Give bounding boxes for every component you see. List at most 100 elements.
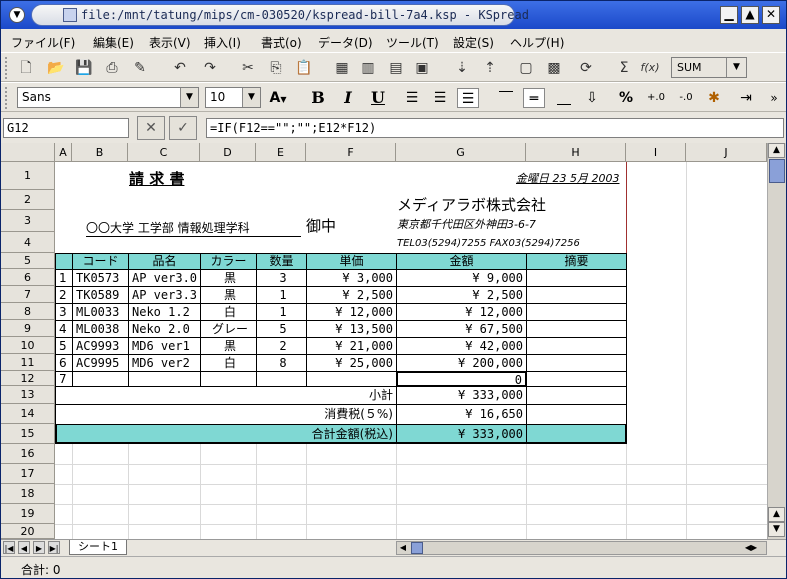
chevron-down-icon[interactable]: ▼: [180, 88, 198, 107]
align-bottom-icon[interactable]: ⎽: [553, 88, 575, 108]
item-code-cell[interactable]: ML0038: [72, 320, 129, 338]
row-header[interactable]: 2: [1, 190, 55, 210]
column-header-j[interactable]: J: [686, 143, 767, 162]
row-header[interactable]: 8: [1, 303, 55, 320]
row-header[interactable]: 10: [1, 337, 55, 354]
sort-ascending-icon[interactable]: ⇣: [451, 58, 473, 78]
row-header[interactable]: 3: [1, 210, 55, 232]
column-header-i[interactable]: I: [626, 143, 686, 162]
item-note-cell[interactable]: [526, 354, 627, 372]
text-color-icon[interactable]: A▼: [267, 88, 289, 108]
align-left-icon[interactable]: ☰: [401, 88, 423, 108]
menu-format[interactable]: 書式(o): [261, 34, 302, 51]
item-no-cell[interactable]: 6: [55, 354, 73, 372]
item-color-cell[interactable]: 黒: [200, 269, 257, 287]
column-header-g[interactable]: G: [396, 143, 526, 162]
insert-chart-icon[interactable]: ▢: [515, 58, 537, 78]
item-no-cell[interactable]: 2: [55, 286, 73, 304]
item-no-cell[interactable]: 7: [55, 371, 73, 387]
item-amount-cell[interactable]: ¥ 200,000: [396, 354, 527, 372]
underline-button[interactable]: U: [367, 88, 389, 108]
item-price-cell[interactable]: [306, 371, 397, 387]
item-color-cell[interactable]: 黒: [200, 337, 257, 355]
indent-icon[interactable]: ⇥: [735, 88, 757, 108]
scroll-down-icon[interactable]: ▼: [768, 522, 785, 537]
cancel-edit-button[interactable]: ✕: [137, 116, 165, 140]
item-price-cell[interactable]: ¥ 2,500: [306, 286, 397, 304]
function-icon[interactable]: f(x): [639, 58, 661, 78]
item-qty-cell[interactable]: [256, 371, 307, 387]
delete-column-icon[interactable]: ▤: [385, 58, 407, 78]
row-header[interactable]: 14: [1, 404, 55, 424]
item-code-cell[interactable]: ML0033: [72, 303, 129, 321]
insert-object-icon[interactable]: ▩: [543, 58, 565, 78]
item-qty-cell[interactable]: 8: [256, 354, 307, 372]
column-header-d[interactable]: D: [200, 143, 256, 162]
menu-insert[interactable]: 挿入(I): [204, 34, 241, 51]
italic-button[interactable]: I: [337, 88, 359, 108]
item-no-cell[interactable]: 5: [55, 337, 73, 355]
row-header[interactable]: 4: [1, 232, 55, 253]
item-code-cell[interactable]: AC9995: [72, 354, 129, 372]
item-code-cell[interactable]: TK0573: [72, 269, 129, 287]
chevron-down-icon[interactable]: ▼: [242, 88, 260, 107]
column-header-e[interactable]: E: [256, 143, 306, 162]
row-header[interactable]: 19: [1, 504, 55, 524]
row-header[interactable]: 16: [1, 444, 55, 464]
item-note-cell[interactable]: [526, 371, 627, 387]
close-button[interactable]: ✕: [762, 6, 780, 24]
menu-settings[interactable]: 設定(S): [453, 34, 494, 51]
sum-icon[interactable]: Σ: [613, 58, 635, 78]
row-header[interactable]: 18: [1, 484, 55, 504]
menu-tools[interactable]: ツール(T): [386, 34, 439, 51]
item-qty-cell[interactable]: 1: [256, 303, 307, 321]
row-header[interactable]: 13: [1, 386, 55, 404]
item-note-cell[interactable]: [526, 286, 627, 304]
item-color-cell[interactable]: 白: [200, 354, 257, 372]
item-qty-cell[interactable]: 1: [256, 286, 307, 304]
toolbar-grip[interactable]: [5, 87, 9, 109]
item-color-cell[interactable]: [200, 371, 257, 387]
select-all-corner[interactable]: [1, 143, 55, 162]
item-amount-cell[interactable]: 0: [396, 371, 527, 387]
column-header-c[interactable]: C: [128, 143, 200, 162]
bold-button[interactable]: B: [307, 88, 329, 108]
item-amount-cell[interactable]: ¥ 42,000: [396, 337, 527, 355]
item-name-cell[interactable]: MD6 ver1: [128, 337, 201, 355]
scroll-up-icon[interactable]: ▲: [768, 507, 785, 522]
open-folder-icon[interactable]: 📂: [45, 58, 67, 78]
item-amount-cell[interactable]: ¥ 12,000: [396, 303, 527, 321]
decrease-precision-icon[interactable]: -.0: [675, 88, 697, 108]
new-file-icon[interactable]: 🗋: [15, 58, 37, 78]
item-code-cell[interactable]: AC9993: [72, 337, 129, 355]
paint-format-icon[interactable]: ✱: [703, 88, 725, 108]
toolbar-overflow-icon[interactable]: »: [763, 88, 785, 108]
insert-column-icon[interactable]: ▥: [357, 58, 379, 78]
last-sheet-icon[interactable]: ▶|: [48, 541, 60, 554]
row-header[interactable]: 12: [1, 371, 55, 386]
row-header[interactable]: 1: [1, 162, 55, 190]
undo-icon[interactable]: ↶: [169, 58, 191, 78]
function-combo[interactable]: SUM ▼: [671, 57, 747, 78]
row-header[interactable]: 5: [1, 253, 55, 269]
item-note-cell[interactable]: [526, 337, 627, 355]
previous-sheet-icon[interactable]: ◀: [18, 541, 30, 554]
formula-input[interactable]: =IF(F12=="";"";E12*F12): [206, 118, 784, 138]
menu-view[interactable]: 表示(V): [149, 34, 191, 51]
align-center-icon[interactable]: ☰: [429, 88, 451, 108]
first-sheet-icon[interactable]: |◀: [3, 541, 15, 554]
item-note-cell[interactable]: [526, 320, 627, 338]
insert-row-icon[interactable]: ▦: [331, 58, 353, 78]
row-header[interactable]: 15: [1, 424, 55, 444]
spreadsheet-grid[interactable]: A B C D E F G H I J 1 2 3 4 5 6 7 8 9 10…: [1, 143, 767, 539]
item-qty-cell[interactable]: 3: [256, 269, 307, 287]
item-price-cell[interactable]: ¥ 3,000: [306, 269, 397, 287]
font-size-select[interactable]: 10 ▼: [205, 87, 261, 108]
menu-edit[interactable]: 編集(E): [93, 34, 134, 51]
font-name-select[interactable]: Sans ▼: [17, 87, 199, 108]
increase-precision-icon[interactable]: +.0: [645, 88, 667, 108]
item-name-cell[interactable]: AP ver3.0: [128, 269, 201, 287]
redo-icon[interactable]: ↷: [199, 58, 221, 78]
recalculate-icon[interactable]: ⟳: [575, 58, 597, 78]
item-note-cell[interactable]: [526, 269, 627, 287]
